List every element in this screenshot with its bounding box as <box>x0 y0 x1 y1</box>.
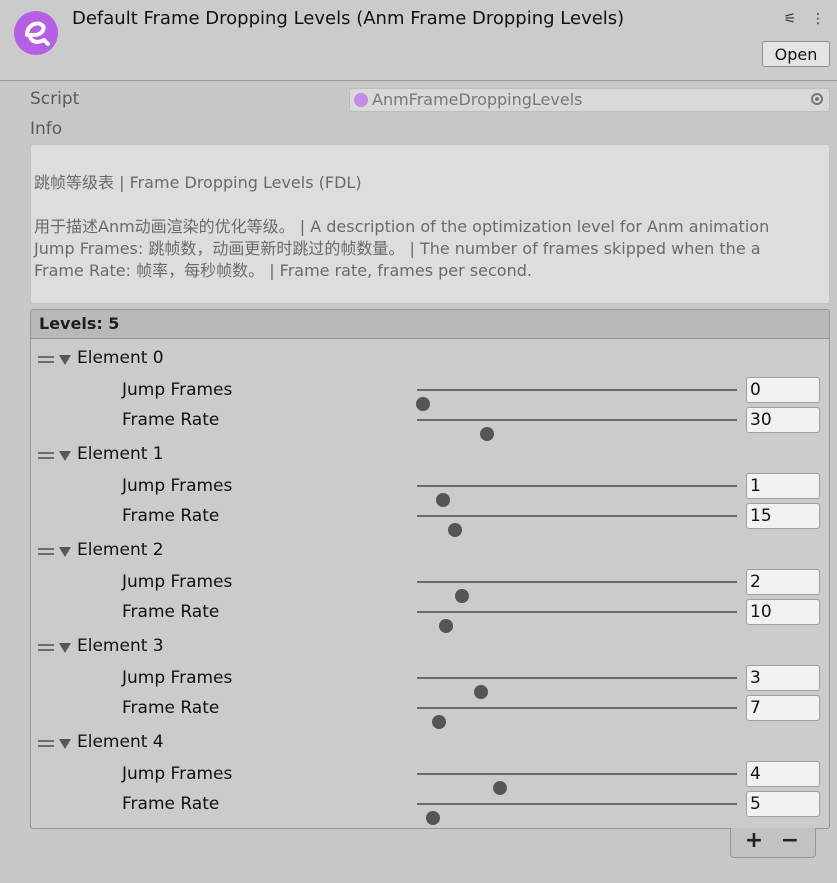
jump-frames-row: Jump Frames 0 <box>31 375 829 411</box>
jump-frames-row: Jump Frames 2 <box>31 567 829 603</box>
more-options-icon[interactable]: ⋮ <box>809 10 827 28</box>
jump-frames-slider[interactable] <box>417 677 737 699</box>
drag-handle-icon[interactable] <box>38 356 54 364</box>
jump-frames-label: Jump Frames <box>122 572 233 592</box>
element-label: Element 1 <box>77 444 164 464</box>
levels-header[interactable]: Levels: 5 <box>31 310 829 339</box>
element-label: Element 4 <box>77 732 164 752</box>
frame-rate-input[interactable]: 7 <box>746 695 820 721</box>
open-button[interactable]: Open <box>762 41 830 67</box>
jump-frames-input[interactable]: 4 <box>746 761 820 787</box>
frame-rate-input[interactable]: 10 <box>746 599 820 625</box>
drag-handle-icon[interactable] <box>38 644 54 652</box>
foldout-arrow-icon[interactable] <box>59 739 71 749</box>
jump-frames-label: Jump Frames <box>122 764 233 784</box>
info-line: Jump Frames: 跳帧数，动画更新时跳过的帧数量。 | The numb… <box>34 239 761 258</box>
info-line: 用于描述Anm动画渲染的优化等级。 | A description of the… <box>34 217 770 236</box>
foldout-arrow-icon[interactable] <box>59 355 71 365</box>
jump-frames-slider[interactable] <box>417 581 737 603</box>
frame-rate-label: Frame Rate <box>122 698 220 718</box>
info-label: Info <box>30 119 63 139</box>
frame-rate-slider[interactable] <box>417 515 737 537</box>
jump-frames-input[interactable]: 0 <box>746 377 820 403</box>
foldout-arrow-icon[interactable] <box>59 547 71 557</box>
frame-rate-label: Frame Rate <box>122 506 220 526</box>
element-label: Element 3 <box>77 636 164 656</box>
foldout-arrow-icon[interactable] <box>59 451 71 461</box>
remove-element-button[interactable]: − <box>777 830 803 854</box>
frame-rate-input[interactable]: 15 <box>746 503 820 529</box>
slider-thumb[interactable] <box>480 427 495 441</box>
element-foldout[interactable]: Element 2 <box>31 537 829 567</box>
slider-thumb[interactable] <box>438 619 453 633</box>
frame-rate-label: Frame Rate <box>122 794 220 814</box>
slider-thumb[interactable] <box>432 715 447 729</box>
frame-rate-input[interactable]: 5 <box>746 791 820 817</box>
frame-rate-row: Frame Rate 7 <box>31 693 829 729</box>
jump-frames-slider[interactable] <box>417 485 737 507</box>
script-value: AnmFrameDroppingLevels <box>372 90 583 109</box>
element-foldout[interactable]: Element 3 <box>31 633 829 663</box>
frame-rate-input[interactable]: 30 <box>746 407 820 433</box>
drag-handle-icon[interactable] <box>38 548 54 556</box>
script-field[interactable]: AnmFrameDroppingLevels <box>349 88 830 112</box>
element-foldout[interactable]: Element 1 <box>31 441 829 471</box>
element-label: Element 0 <box>77 348 164 368</box>
jump-frames-slider[interactable] <box>416 389 737 411</box>
frame-rate-slider[interactable] <box>417 803 737 825</box>
script-asset-icon <box>354 93 368 107</box>
jump-frames-row: Jump Frames 4 <box>31 759 829 795</box>
info-text-area[interactable]: 跳帧等级表 | Frame Dropping Levels (FDL) 用于描述… <box>30 144 830 304</box>
anm-logo-icon <box>14 11 58 55</box>
jump-frames-label: Jump Frames <box>122 668 233 688</box>
add-element-button[interactable]: + <box>741 830 767 854</box>
frame-rate-slider[interactable] <box>417 707 737 729</box>
script-label: Script <box>30 89 80 109</box>
frame-rate-row: Frame Rate 15 <box>31 501 829 537</box>
frame-rate-slider[interactable] <box>417 611 737 633</box>
info-line: Frame Rate: 帧率，每秒帧数。 | Frame rate, frame… <box>34 261 532 280</box>
jump-frames-label: Jump Frames <box>122 476 233 496</box>
levels-list: Levels: 5 Element 0 Jump Frames 0 Frame … <box>30 309 830 829</box>
slider-thumb[interactable] <box>448 523 463 537</box>
jump-frames-row: Jump Frames 3 <box>31 663 829 699</box>
jump-frames-input[interactable]: 1 <box>746 473 820 499</box>
element-foldout[interactable]: Element 0 <box>31 345 829 375</box>
drag-handle-icon[interactable] <box>38 740 54 748</box>
slider-thumb[interactable] <box>426 811 440 825</box>
jump-frames-label: Jump Frames <box>122 380 233 400</box>
inspector-header: Default Frame Dropping Levels (Anm Frame… <box>0 0 837 81</box>
jump-frames-input[interactable]: 2 <box>746 569 820 595</box>
foldout-arrow-icon[interactable] <box>59 643 71 653</box>
jump-frames-row: Jump Frames 1 <box>31 471 829 507</box>
frame-rate-row: Frame Rate 10 <box>31 597 829 633</box>
drag-handle-icon[interactable] <box>38 452 54 460</box>
list-footer: + − <box>730 828 816 858</box>
inspector-title: Default Frame Dropping Levels (Anm Frame… <box>72 8 625 29</box>
frame-rate-label: Frame Rate <box>122 602 220 622</box>
element-foldout[interactable]: Element 4 <box>31 729 829 759</box>
element-label: Element 2 <box>77 540 164 560</box>
frame-rate-row: Frame Rate 5 <box>31 789 829 825</box>
frame-rate-slider[interactable] <box>417 419 737 441</box>
frame-rate-label: Frame Rate <box>122 410 220 430</box>
info-line: 跳帧等级表 | Frame Dropping Levels (FDL) <box>34 173 362 192</box>
jump-frames-input[interactable]: 3 <box>746 665 820 691</box>
jump-frames-slider[interactable] <box>417 773 737 795</box>
object-picker-icon[interactable] <box>811 93 823 105</box>
settings-sliders-icon[interactable]: ⚟ <box>781 10 799 28</box>
frame-rate-row: Frame Rate 30 <box>31 405 829 441</box>
